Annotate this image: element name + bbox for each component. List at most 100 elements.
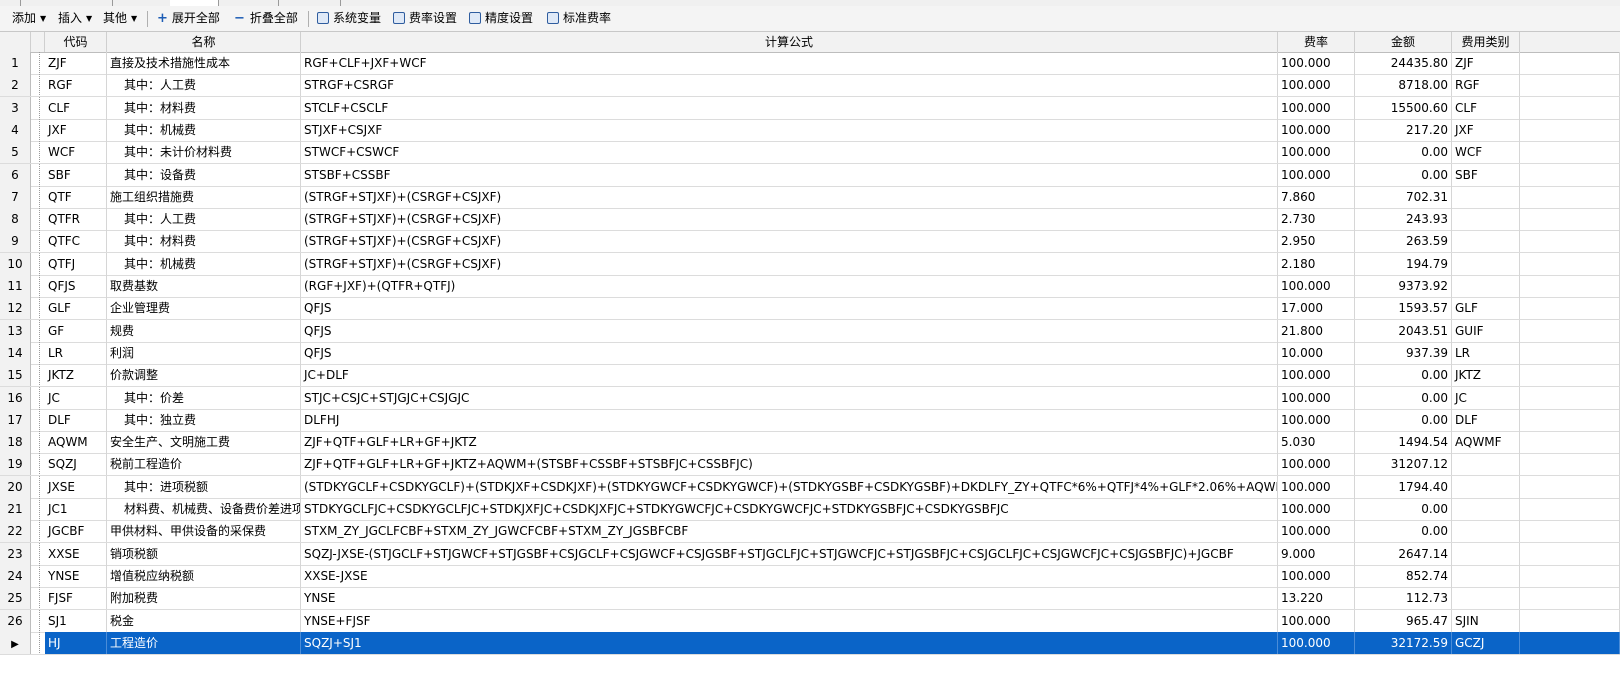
cell-amount[interactable]: 0.00 xyxy=(1355,408,1452,431)
cell-formula[interactable]: QFJS xyxy=(301,341,1278,364)
cell-amount[interactable]: 194.79 xyxy=(1355,252,1452,275)
cell-name[interactable]: 取费基数 xyxy=(107,275,301,297)
cell-rate[interactable]: 100.000 xyxy=(1278,408,1355,431)
table-row[interactable]: 10 QTFJ 其中：机械费 (STRGF+STJXF)+(CSRGF+CSJXF) 2… xyxy=(0,252,1620,276)
cell-formula[interactable]: YNSE xyxy=(301,587,1278,610)
cell-formula[interactable]: ZJF+QTF+GLF+LR+GF+JKTZ+AQWM+(STSBF+CSSBF… xyxy=(301,453,1278,476)
system-variables-button[interactable]: 系统变量 xyxy=(317,6,381,31)
cell-formula[interactable]: SQZJ-JXSE-(STJGCLF+STJGWCF+STJGSBF+CSJGC… xyxy=(301,542,1278,565)
cell-code[interactable]: JGCBF xyxy=(45,520,107,543)
cell-rate[interactable]: 100.000 xyxy=(1278,609,1355,632)
table-row[interactable]: 20 JXSE 其中：进项税额 (STDKYGCLF+CSDKYGCLF)+(STDK… xyxy=(0,475,1620,499)
table-row[interactable]: 9 QTFC 其中：材料费 (STRGF+STJXF)+(CSRGF+CSJXF) 2.… xyxy=(0,230,1620,254)
cell-amount[interactable]: 24435.80 xyxy=(1355,52,1452,74)
table-row[interactable]: 26 SJ1 税金 YNSE+FJSF 100.000 965.47 SJIN xyxy=(0,609,1620,633)
cell-code[interactable]: SBF xyxy=(45,163,107,186)
cell-name[interactable]: 材料费、机械费、设备费价差进项 xyxy=(107,498,301,520)
cell-code[interactable]: JXF xyxy=(45,118,107,141)
cell-code[interactable]: DLF xyxy=(45,408,107,431)
cell-name[interactable]: 直接及技术措施性成本 xyxy=(107,52,301,74)
cell-amount[interactable]: 1794.40 xyxy=(1355,475,1452,498)
cell-rate[interactable]: 100.000 xyxy=(1278,520,1355,543)
cell-formula[interactable]: STJC+CSJC+STJGJC+CSJGJC xyxy=(301,386,1278,409)
cell-amount[interactable]: 32172.59 xyxy=(1355,631,1452,654)
cell-formula[interactable]: (STRGF+STJXF)+(CSRGF+CSJXF) xyxy=(301,208,1278,231)
cell-name[interactable]: 价款调整 xyxy=(107,364,301,387)
cell-category[interactable]: SBF xyxy=(1452,163,1520,186)
cell-rate[interactable]: 7.860 xyxy=(1278,185,1355,208)
cell-formula[interactable]: STXM_ZY_JGCLFCBF+STXM_ZY_JGWCFCBF+STXM_Z… xyxy=(301,520,1278,543)
cell-code[interactable]: JKTZ xyxy=(45,364,107,387)
cell-formula[interactable]: SQZJ+SJ1 xyxy=(301,631,1278,654)
cell-category[interactable] xyxy=(1452,498,1520,520)
cell-rate[interactable]: 9.000 xyxy=(1278,542,1355,565)
cell-amount[interactable]: 965.47 xyxy=(1355,609,1452,632)
cell-name[interactable]: 其中：机械费 xyxy=(107,118,301,141)
cell-amount[interactable]: 702.31 xyxy=(1355,185,1452,208)
cell-formula[interactable]: QFJS xyxy=(301,319,1278,342)
cell-amount[interactable]: 243.93 xyxy=(1355,208,1452,231)
cell-code[interactable]: GLF xyxy=(45,297,107,320)
cell-code[interactable]: WCF xyxy=(45,141,107,164)
cell-amount[interactable]: 0.00 xyxy=(1355,520,1452,543)
cell-category[interactable]: ZJF xyxy=(1452,52,1520,74)
cell-category[interactable] xyxy=(1452,542,1520,565)
cell-amount[interactable]: 112.73 xyxy=(1355,587,1452,610)
cell-rate[interactable]: 100.000 xyxy=(1278,564,1355,587)
cell-formula[interactable]: STSBF+CSSBF xyxy=(301,163,1278,186)
column-header-rate[interactable]: 费率 xyxy=(1278,32,1355,52)
cell-amount[interactable]: 31207.12 xyxy=(1355,453,1452,476)
cell-amount[interactable]: 852.74 xyxy=(1355,564,1452,587)
table-row[interactable]: 13 GF 规费 QFJS 21.800 2043.51 GUIF xyxy=(0,319,1620,343)
cell-rate[interactable]: 100.000 xyxy=(1278,96,1355,119)
cell-name[interactable]: 安全生产、文明施工费 xyxy=(107,431,301,454)
cell-formula[interactable]: STDKYGCLFJC+CSDKYGCLFJC+STDKJXFJC+CSDKJX… xyxy=(301,498,1278,520)
cell-code[interactable]: ZJF xyxy=(45,52,107,74)
add-dropdown[interactable]: 添加 ▼ xyxy=(12,6,46,31)
cell-formula[interactable]: DLFHJ xyxy=(301,408,1278,431)
cell-name[interactable]: 其中：材料费 xyxy=(107,230,301,253)
cell-rate[interactable]: 2.180 xyxy=(1278,252,1355,275)
table-row[interactable]: 12 GLF 企业管理费 QFJS 17.000 1593.57 GLF xyxy=(0,297,1620,321)
table-row[interactable]: 5 WCF 其中：未计价材料费 STWCF+CSWCF 100.000 0.00 WCF xyxy=(0,141,1620,165)
cell-rate[interactable]: 13.220 xyxy=(1278,587,1355,610)
cell-rate[interactable]: 2.950 xyxy=(1278,230,1355,253)
other-dropdown[interactable]: 其他 ▼ xyxy=(103,6,137,31)
column-header-name[interactable]: 名称 xyxy=(107,32,301,52)
cell-amount[interactable]: 0.00 xyxy=(1355,163,1452,186)
cell-code[interactable]: QTF xyxy=(45,185,107,208)
cell-amount[interactable]: 217.20 xyxy=(1355,118,1452,141)
cell-name[interactable]: 附加税费 xyxy=(107,587,301,610)
table-row[interactable]: 24 YNSE 增值税应纳税额 XXSE-JXSE 100.000 852.74 xyxy=(0,564,1620,588)
cell-category[interactable]: GLF xyxy=(1452,297,1520,320)
cell-amount[interactable]: 9373.92 xyxy=(1355,275,1452,297)
cell-amount[interactable]: 1494.54 xyxy=(1355,431,1452,454)
cell-rate[interactable]: 100.000 xyxy=(1278,118,1355,141)
cell-formula[interactable]: STWCF+CSWCF xyxy=(301,141,1278,164)
cell-formula[interactable]: STRGF+CSRGF xyxy=(301,74,1278,97)
cell-amount[interactable]: 0.00 xyxy=(1355,498,1452,520)
table-row[interactable]: 14 LR 利润 QFJS 10.000 937.39 LR xyxy=(0,341,1620,365)
cell-category[interactable] xyxy=(1452,587,1520,610)
cell-name[interactable]: 其中：人工费 xyxy=(107,74,301,97)
table-row[interactable]: 15 JKTZ 价款调整 JC+DLF 100.000 0.00 JKTZ xyxy=(0,364,1620,388)
cell-code[interactable]: JXSE xyxy=(45,475,107,498)
cell-code[interactable]: SQZJ xyxy=(45,453,107,476)
cell-category[interactable]: JC xyxy=(1452,386,1520,409)
column-header-category[interactable]: 费用类别 xyxy=(1452,32,1520,52)
table-row[interactable]: 7 QTF 施工组织措施费 (STRGF+STJXF)+(CSRGF+CSJXF) 7.… xyxy=(0,185,1620,209)
table-row[interactable]: 23 XXSE 销项税额 SQZJ-JXSE-(STJGCLF+STJGWCF+STJ… xyxy=(0,542,1620,566)
cell-rate[interactable]: 10.000 xyxy=(1278,341,1355,364)
cell-code[interactable]: HJ xyxy=(45,631,107,654)
cell-name[interactable]: 增值税应纳税额 xyxy=(107,564,301,587)
standard-rates-button[interactable]: 标准费率 xyxy=(547,6,611,31)
column-header-formula[interactable]: 计算公式 xyxy=(301,32,1278,52)
cell-name[interactable]: 其中：材料费 xyxy=(107,96,301,119)
table-row[interactable]: 18 AQWM 安全生产、文明施工费 ZJF+QTF+GLF+LR+GF+JKTZ 5.… xyxy=(0,431,1620,455)
cell-category[interactable]: JXF xyxy=(1452,118,1520,141)
table-row[interactable]: 22 JGCBF 甲供材料、甲供设备的采保费 STXM_ZY_JGCLFCBF+STX… xyxy=(0,520,1620,544)
cell-name[interactable]: 其中：进项税额 xyxy=(107,475,301,498)
cell-rate[interactable]: 5.030 xyxy=(1278,431,1355,454)
cell-rate[interactable]: 21.800 xyxy=(1278,319,1355,342)
table-row[interactable]: 11 QFJS 取费基数 (RGF+JXF)+(QTFR+QTFJ) 100.000 93… xyxy=(0,275,1620,298)
